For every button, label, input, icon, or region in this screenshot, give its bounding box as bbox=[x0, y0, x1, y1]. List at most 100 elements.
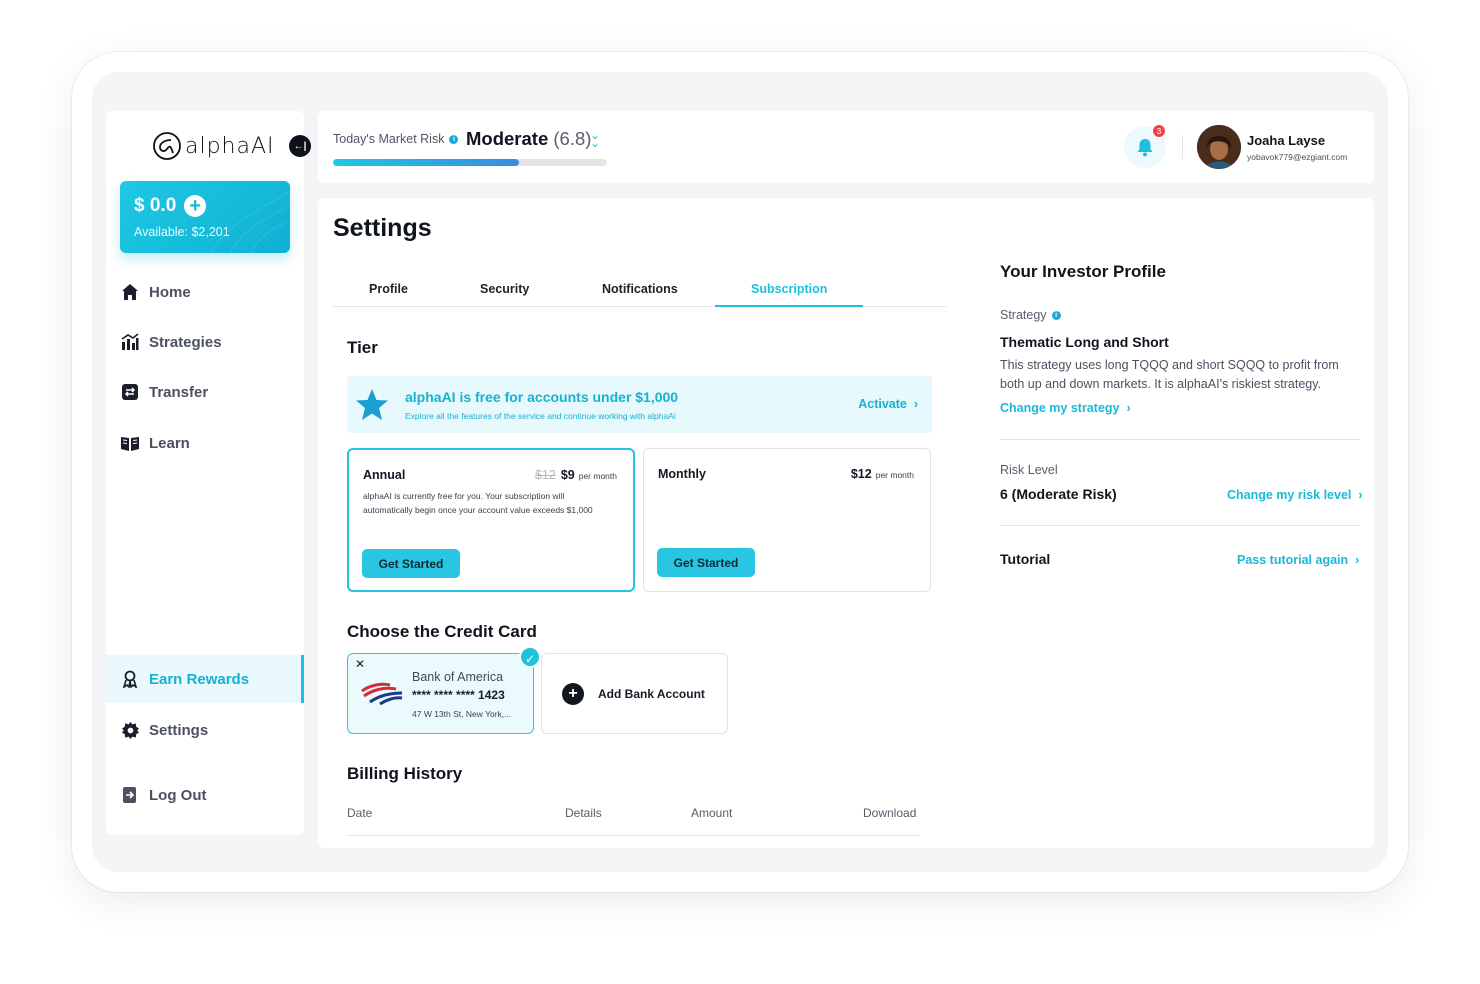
top-bar: Today's Market Risk i Moderate (6.8) ⌄ ⌄ … bbox=[318, 111, 1374, 183]
get-started-button[interactable]: Get Started bbox=[362, 549, 460, 578]
active-tab-indicator bbox=[715, 305, 863, 307]
subscription-card: Profile Security Notifications Subscript… bbox=[333, 262, 946, 848]
nav-item-strategies[interactable]: Strategies bbox=[106, 318, 304, 366]
tab-profile[interactable]: Profile bbox=[369, 282, 408, 296]
plan-period: per month bbox=[875, 470, 914, 480]
bell-icon bbox=[1137, 138, 1153, 156]
billing-history-title: Billing History bbox=[347, 764, 463, 783]
card-number: **** **** **** 1423 bbox=[412, 688, 505, 702]
plan-price: $12 $9 per month bbox=[535, 468, 617, 482]
plan-price: $12 per month bbox=[851, 467, 914, 481]
column-header-details: Details bbox=[565, 806, 602, 820]
avatar[interactable] bbox=[1197, 125, 1241, 169]
app-logo[interactable]: alphaAI bbox=[152, 131, 275, 161]
collapse-sidebar-button[interactable]: ←| bbox=[289, 135, 311, 157]
change-strategy-label: Change my strategy bbox=[1000, 401, 1120, 415]
market-risk-label: Today's Market Risk i bbox=[333, 132, 459, 146]
nav-label: Home bbox=[149, 283, 191, 301]
nav-item-earn-rewards[interactable]: Earn Rewards bbox=[106, 655, 304, 703]
nav-item-home[interactable]: Home bbox=[106, 268, 304, 316]
page-title: Settings bbox=[333, 214, 432, 242]
book-icon bbox=[120, 433, 140, 453]
plan-current-price: $9 bbox=[560, 468, 575, 482]
user-email: yobavok779@ezgiant.com bbox=[1247, 152, 1348, 162]
risk-score-text: (6.8) bbox=[553, 128, 592, 149]
table-divider bbox=[347, 835, 920, 836]
market-risk-value: Moderate (6.8) bbox=[466, 128, 591, 150]
add-bank-account-button[interactable]: + Add Bank Account bbox=[541, 653, 728, 734]
strategy-name: Thematic Long and Short bbox=[1000, 334, 1169, 350]
activate-label: Activate bbox=[858, 397, 907, 411]
nav-item-logout[interactable]: Log Out bbox=[106, 771, 304, 819]
plus-icon: + bbox=[562, 683, 584, 705]
plan-description: alphaAI is currently free for you. Your … bbox=[363, 491, 593, 515]
balance-card[interactable]: $ 0.0 + Available: $2,201 bbox=[120, 181, 290, 253]
strategy-label-text: Strategy bbox=[1000, 308, 1047, 322]
tab-subscription[interactable]: Subscription bbox=[751, 282, 827, 296]
logout-icon bbox=[120, 785, 140, 805]
plan-current-price: $12 bbox=[850, 467, 872, 481]
investor-profile-title: Your Investor Profile bbox=[1000, 262, 1166, 281]
nav-item-learn[interactable]: Learn bbox=[106, 419, 304, 467]
home-icon bbox=[120, 282, 140, 302]
promo-title: alphaAI is free for accounts under $1,00… bbox=[405, 389, 679, 405]
promo-subtitle: Explore all the features of the service … bbox=[405, 411, 676, 421]
credit-card-title: Choose the Credit Card bbox=[347, 622, 537, 641]
alpha-logo-icon bbox=[153, 132, 181, 160]
notification-badge: 3 bbox=[1152, 124, 1166, 138]
column-header-date: Date bbox=[347, 806, 373, 820]
strategy-description: This strategy uses long TQQQ and short S… bbox=[1000, 358, 1339, 391]
collapse-icon: ←| bbox=[293, 140, 307, 152]
credit-card-item[interactable]: ✕ ✓ Bank of America **** **** **** 1423 … bbox=[347, 646, 541, 734]
nav-label: Learn bbox=[149, 434, 190, 452]
tier-title: Tier bbox=[347, 338, 378, 357]
settings-panel: Settings Profile Security Notifications … bbox=[318, 198, 1374, 848]
nav-item-settings[interactable]: Settings bbox=[106, 706, 304, 754]
chevron-right-icon: › bbox=[910, 397, 918, 411]
add-funds-icon[interactable]: + bbox=[184, 195, 207, 217]
plan-monthly[interactable]: Monthly $12 per month Get Started bbox=[643, 448, 931, 592]
tab-security[interactable]: Security bbox=[480, 282, 529, 296]
balance-value: $ 0.0 bbox=[134, 195, 177, 216]
check-icon: ✓ bbox=[519, 646, 541, 668]
logo-text: alphaAI bbox=[185, 133, 275, 159]
market-risk-bar bbox=[333, 159, 607, 166]
chevron-down-icon[interactable]: ⌄ ⌄ bbox=[590, 129, 600, 149]
star-icon bbox=[356, 389, 388, 420]
card-pattern bbox=[209, 190, 290, 253]
plan-name: Annual bbox=[363, 468, 406, 482]
strategies-icon bbox=[120, 332, 140, 352]
pass-tutorial-link[interactable]: Pass tutorial again › bbox=[1237, 553, 1359, 567]
settings-tabs: Profile Security Notifications Subscript… bbox=[333, 262, 946, 307]
divider bbox=[1000, 439, 1360, 440]
close-icon[interactable]: ✕ bbox=[355, 657, 365, 671]
free-tier-banner: alphaAI is free for accounts under $1,00… bbox=[347, 376, 932, 433]
user-photo bbox=[1197, 125, 1241, 169]
market-risk-label-text: Today's Market Risk bbox=[333, 132, 445, 146]
plan-annual[interactable]: Annual $12 $9 per month alphaAI is current… bbox=[347, 448, 635, 592]
transfer-icon bbox=[120, 382, 140, 402]
user-name: Joaha Layse bbox=[1247, 133, 1326, 148]
change-risk-link[interactable]: Change my risk level › bbox=[1227, 488, 1363, 502]
activate-link[interactable]: Activate › bbox=[858, 397, 918, 411]
sidebar: alphaAI ←| $ 0.0 + Available: $2,201 Hom… bbox=[106, 111, 311, 835]
info-icon[interactable]: i bbox=[449, 134, 459, 144]
risk-level-text: Moderate bbox=[466, 128, 549, 149]
card-address: 47 W 13th St, New York,... bbox=[412, 709, 512, 719]
chevron-right-icon: › bbox=[1122, 401, 1131, 415]
get-started-button[interactable]: Get Started bbox=[657, 548, 755, 577]
gear-icon bbox=[120, 720, 140, 740]
nav-label: Strategies bbox=[149, 333, 222, 351]
risk-level-label: Risk Level bbox=[1000, 463, 1058, 477]
chevron-right-icon: › bbox=[1351, 553, 1360, 567]
change-risk-label: Change my risk level bbox=[1227, 488, 1352, 502]
nav-label: Transfer bbox=[149, 383, 209, 401]
nav-item-transfer[interactable]: Transfer bbox=[106, 368, 304, 416]
risk-level-value: 6 (Moderate Risk) bbox=[1000, 486, 1117, 502]
tab-notifications[interactable]: Notifications bbox=[602, 282, 678, 296]
available-balance: Available: $2,201 bbox=[134, 225, 230, 239]
change-strategy-link[interactable]: Change my strategy › bbox=[1000, 401, 1131, 415]
info-icon[interactable]: i bbox=[1051, 310, 1061, 320]
bank-name: Bank of America bbox=[412, 670, 504, 684]
notifications-button[interactable]: 3 bbox=[1124, 124, 1166, 168]
